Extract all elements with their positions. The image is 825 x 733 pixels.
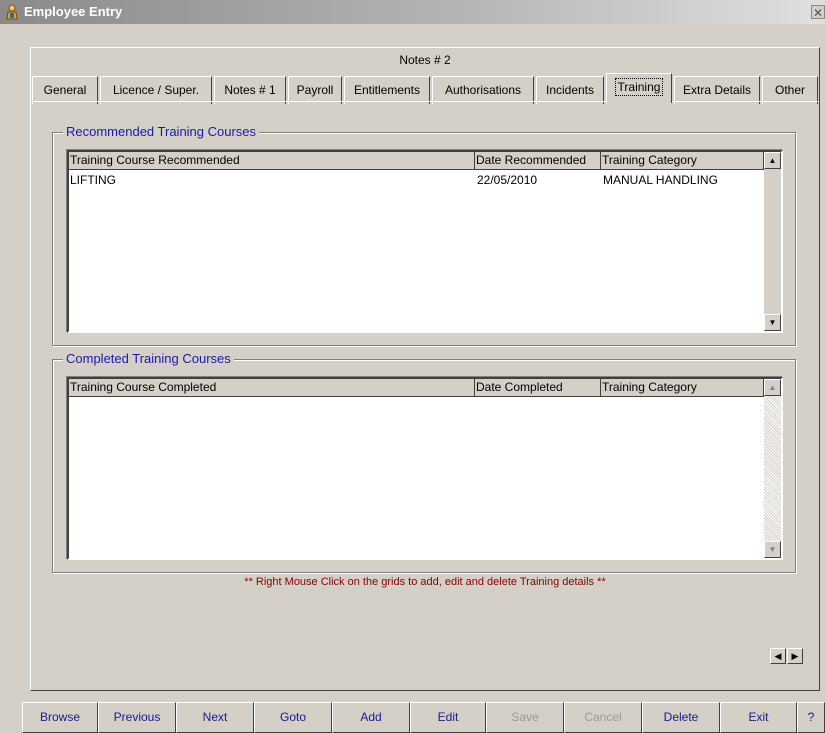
col-date-recommended[interactable]: Date Recommended	[475, 152, 601, 170]
help-button[interactable]: ?	[797, 702, 825, 733]
delete-button[interactable]: Delete	[642, 702, 720, 733]
next-button[interactable]: Next	[176, 702, 254, 733]
tab-training-label: Training	[614, 78, 664, 96]
col-training-category[interactable]: Training Category	[601, 379, 764, 397]
recommended-scrollbar[interactable]: ▲ ▼	[764, 152, 781, 331]
exit-button[interactable]: Exit	[720, 702, 797, 733]
col-course-recommended[interactable]: Training Course Recommended	[69, 152, 475, 170]
table-cell[interactable]: 22/05/2010	[477, 173, 537, 187]
tab-incidents[interactable]: Incidents	[536, 76, 604, 104]
scroll-down-arrow-icon[interactable]: ▼	[764, 541, 781, 558]
tab-row: General Licence / Super. Notes # 1 Payro…	[32, 73, 820, 104]
scroll-down-arrow-icon[interactable]: ▼	[764, 314, 781, 331]
completed-grid[interactable]: Training Course Completed Date Completed…	[67, 377, 783, 560]
tab-notes-1[interactable]: Notes # 1	[214, 76, 286, 104]
employee-icon	[6, 4, 18, 20]
window-title: Employee Entry	[24, 4, 123, 19]
recommended-group: Recommended Training Courses Training Co…	[52, 124, 796, 346]
browse-button[interactable]: Browse	[22, 702, 98, 733]
bottom-toolbar: Browse Previous Next Goto Add Edit Save …	[22, 702, 825, 733]
col-course-completed[interactable]: Training Course Completed	[69, 379, 475, 397]
scroll-up-arrow-icon[interactable]: ▲	[764, 152, 781, 169]
recommended-grid[interactable]: Training Course Recommended Date Recomme…	[67, 150, 783, 333]
completed-group: Completed Training Courses Training Cour…	[52, 351, 796, 573]
edit-button[interactable]: Edit	[410, 702, 486, 733]
tab-extra-details[interactable]: Extra Details	[674, 76, 760, 104]
tab-other[interactable]: Other	[762, 76, 818, 104]
save-button[interactable]: Save	[486, 702, 564, 733]
table-cell[interactable]: LIFTING	[70, 173, 116, 187]
help-note: ** Right Mouse Click on the grids to add…	[244, 576, 606, 588]
col-training-category[interactable]: Training Category	[601, 152, 764, 170]
cancel-button[interactable]: Cancel	[564, 702, 642, 733]
completed-legend: Completed Training Courses	[63, 351, 234, 366]
tab-training[interactable]: Training	[606, 73, 672, 103]
col-date-completed[interactable]: Date Completed	[475, 379, 601, 397]
tab-entitlements[interactable]: Entitlements	[344, 76, 430, 104]
tab-general[interactable]: General	[32, 76, 98, 104]
add-button[interactable]: Add	[332, 702, 410, 733]
close-button[interactable]: ✕	[811, 5, 825, 20]
tab-scroll-right-icon[interactable]: ▶	[787, 648, 803, 664]
tab-scroll-left-icon[interactable]: ◀	[770, 648, 786, 664]
tab-notes-2[interactable]: Notes # 2	[32, 47, 818, 73]
completed-scrollbar[interactable]: ▲ ▼	[764, 379, 781, 558]
recommended-legend: Recommended Training Courses	[63, 124, 260, 139]
table-cell[interactable]: MANUAL HANDLING	[603, 173, 718, 187]
previous-button[interactable]: Previous	[98, 702, 176, 733]
title-bar: Employee Entry ✕	[0, 0, 825, 24]
tab-payroll[interactable]: Payroll	[288, 76, 342, 104]
scroll-up-arrow-icon[interactable]: ▲	[764, 379, 781, 396]
tab-authorisations[interactable]: Authorisations	[432, 76, 534, 104]
goto-button[interactable]: Goto	[254, 702, 332, 733]
training-panel: Recommended Training Courses Training Co…	[32, 101, 818, 689]
tab-licence-super[interactable]: Licence / Super.	[100, 76, 212, 104]
